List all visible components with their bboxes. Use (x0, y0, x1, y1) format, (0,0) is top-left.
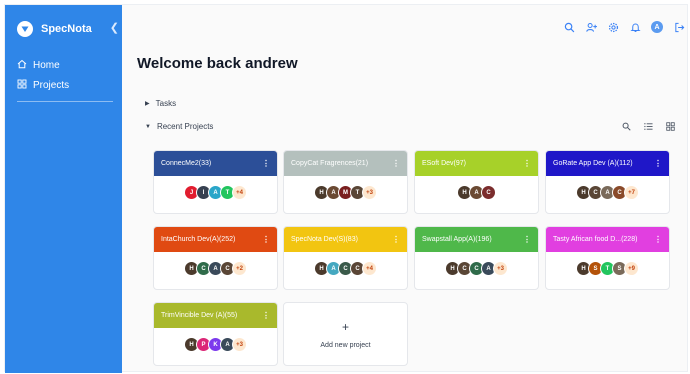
sidebar-divider (17, 101, 113, 102)
sidebar-item-label: Projects (33, 79, 70, 91)
logo-icon (17, 21, 33, 37)
app-window: SpecNota ❮ Home Projects A Welcome back … (4, 4, 688, 373)
more-vertical-icon[interactable]: ⋮ (262, 159, 270, 168)
project-card[interactable]: ESoft Dev(97) ⋮ H A C (414, 150, 539, 214)
project-title: SpecNota Dev(S)(83) (291, 236, 358, 243)
project-card-header: ConnecMe2(33) ⋮ (154, 151, 277, 176)
project-card[interactable]: CopyCat Fragrences(21) ⋮ H A M T +3 (283, 150, 408, 214)
project-card-header: Swapstall App(A)(196) ⋮ (415, 227, 538, 252)
project-card-header: CopyCat Fragrences(21) ⋮ (284, 151, 407, 176)
bell-icon[interactable] (629, 21, 641, 33)
more-vertical-icon[interactable]: ⋮ (262, 311, 270, 320)
gear-icon[interactable] (607, 21, 619, 33)
chevron-left-icon[interactable]: ❮ (110, 21, 119, 34)
avatar[interactable]: A (651, 21, 663, 33)
project-title: IntaChurch Dev(A)(252) (161, 236, 236, 243)
project-card[interactable]: Swapstall App(A)(196) ⋮ H C C A +3 (414, 226, 539, 290)
more-vertical-icon[interactable]: ⋮ (523, 159, 531, 168)
more-vertical-icon[interactable]: ⋮ (523, 235, 531, 244)
home-icon (17, 59, 27, 72)
brand-name: SpecNota (41, 23, 92, 35)
member-avatars: H C A C +2 (154, 261, 277, 276)
list-view-icon[interactable] (643, 121, 653, 131)
add-user-icon[interactable] (585, 21, 597, 33)
project-card[interactable]: Tasty African food D...(228) ⋮ H S T S +9 (545, 226, 670, 290)
member-avatars: J I A T +4 (154, 185, 277, 200)
section-label: Recent Projects (156, 122, 214, 131)
project-card-header: IntaChurch Dev(A)(252) ⋮ (154, 227, 277, 252)
member-avatars: H P K A +3 (154, 337, 277, 352)
page-title: Welcome back andrew (137, 55, 298, 72)
more-members-badge: +9 (624, 261, 639, 276)
project-title: ESoft Dev(97) (422, 160, 466, 167)
project-card[interactable]: ConnecMe2(33) ⋮ J I A T +4 (153, 150, 278, 214)
project-card[interactable]: GoRate App Dev (A)(112) ⋮ H C A C +7 (545, 150, 670, 214)
plus-icon: + (341, 319, 349, 334)
project-card[interactable]: SpecNota Dev(S)(83) ⋮ H A C C +4 (283, 226, 408, 290)
project-card-header: GoRate App Dev (A)(112) ⋮ (546, 151, 669, 176)
project-card[interactable]: TrimVincible Dev (A)(55) ⋮ H P K A +3 (153, 302, 278, 366)
project-card-header: ESoft Dev(97) ⋮ (415, 151, 538, 176)
project-title: Tasty African food D...(228) (553, 236, 638, 243)
avatar: C (481, 185, 496, 200)
more-vertical-icon[interactable]: ⋮ (654, 159, 662, 168)
more-members-badge: +7 (624, 185, 639, 200)
add-project-card[interactable]: + Add new project (283, 302, 408, 366)
more-members-badge: +4 (232, 185, 247, 200)
project-card-header: SpecNota Dev(S)(83) ⋮ (284, 227, 407, 252)
project-card[interactable]: IntaChurch Dev(A)(252) ⋮ H C A C +2 (153, 226, 278, 290)
member-avatars: HAC (415, 185, 538, 200)
tasks-section-toggle[interactable]: ▶ Tasks (145, 99, 176, 108)
project-title: TrimVincible Dev (A)(55) (161, 312, 238, 319)
more-vertical-icon[interactable]: ⋮ (392, 235, 400, 244)
project-card-header: TrimVincible Dev (A)(55) ⋮ (154, 303, 277, 328)
sidebar-item-home[interactable]: Home (17, 55, 113, 75)
sidebar-item-label: Home (33, 59, 60, 71)
project-title: Swapstall App(A)(196) (422, 236, 492, 243)
view-tools (621, 121, 675, 131)
more-vertical-icon[interactable]: ⋮ (262, 235, 270, 244)
topbar: A (122, 5, 687, 49)
more-members-badge: +3 (232, 337, 247, 352)
sidebar: SpecNota ❮ Home Projects (5, 5, 122, 373)
logout-icon[interactable] (673, 21, 685, 33)
topbar-actions: A (563, 21, 685, 33)
more-members-badge: +3 (362, 185, 377, 200)
grid-view-icon[interactable] (665, 121, 675, 131)
project-title: CopyCat Fragrences(21) (291, 160, 369, 167)
more-members-badge: +2 (232, 261, 247, 276)
project-title: GoRate App Dev (A)(112) (553, 160, 633, 167)
project-card-header: Tasty African food D...(228) ⋮ (546, 227, 669, 252)
add-project-label: Add new project (320, 341, 371, 349)
grid-icon (17, 79, 27, 92)
member-avatars: H C C A +3 (415, 261, 538, 276)
member-avatars: H A C C +4 (284, 261, 407, 276)
member-avatars: H C A C +7 (546, 185, 669, 200)
project-title: ConnecMe2(33) (161, 160, 212, 167)
member-avatars: H S T S +9 (546, 261, 669, 276)
search-icon[interactable] (563, 21, 575, 33)
more-vertical-icon[interactable]: ⋮ (654, 235, 662, 244)
caret-down-icon: ▼ (145, 123, 151, 130)
brand[interactable]: SpecNota (17, 21, 92, 37)
more-members-badge: +3 (493, 261, 508, 276)
caret-right-icon: ▶ (145, 101, 150, 107)
recent-projects-toggle[interactable]: ▼ Recent Projects (145, 122, 213, 131)
search-icon[interactable] (621, 121, 631, 131)
sidebar-item-projects[interactable]: Projects (17, 75, 113, 95)
member-avatars: H A M T +3 (284, 185, 407, 200)
more-vertical-icon[interactable]: ⋮ (392, 159, 400, 168)
more-members-badge: +4 (362, 261, 377, 276)
sidebar-nav: Home Projects (17, 55, 113, 102)
section-label: Tasks (155, 99, 177, 108)
